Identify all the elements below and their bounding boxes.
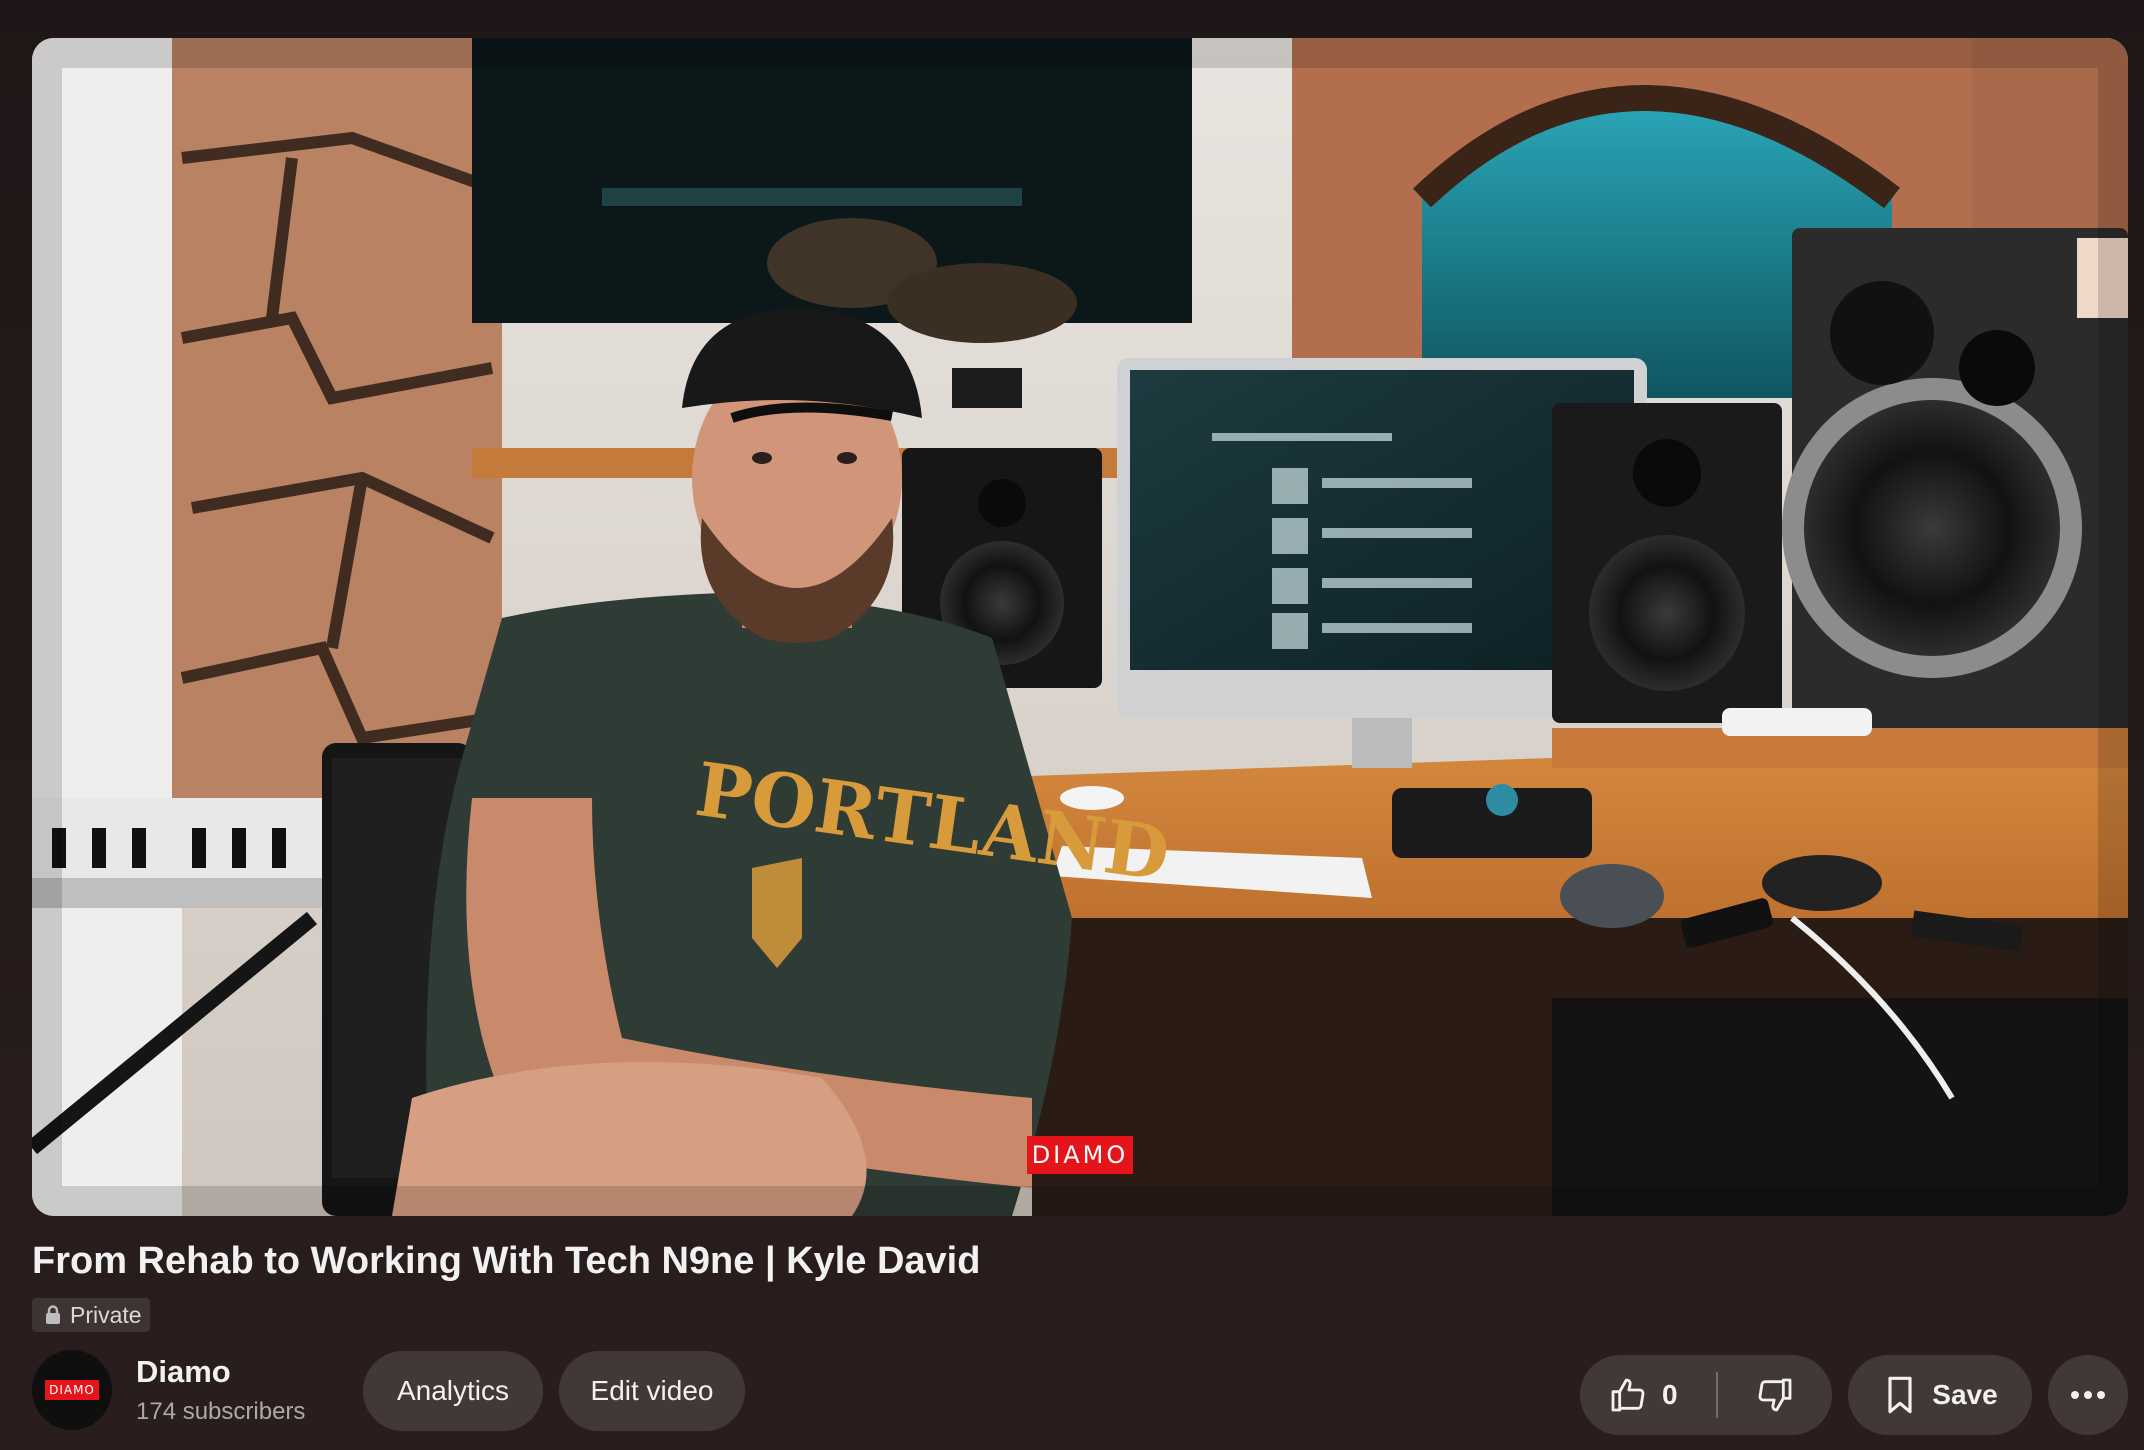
edit-video-button[interactable]: Edit video [559, 1351, 745, 1431]
save-label: Save [1932, 1379, 1998, 1410]
more-actions-button[interactable] [2048, 1355, 2128, 1435]
thumbs-down-icon [1755, 1375, 1795, 1415]
video-title: From Rehab to Working With Tech N9ne | K… [32, 1240, 981, 1282]
privacy-badge: Private [32, 1298, 150, 1332]
channel-avatar-logo: DIAMO [45, 1380, 99, 1400]
video-player[interactable]: PORTLAND DIAMO [32, 38, 2128, 1216]
bookmark-icon [1882, 1375, 1918, 1415]
like-count: 0 [1662, 1379, 1678, 1410]
privacy-label: Private [70, 1301, 142, 1328]
channel-watermark: DIAMO [1027, 1136, 1133, 1174]
analytics-button[interactable]: Analytics [363, 1351, 543, 1431]
thumbs-up-icon [1608, 1375, 1648, 1415]
subscriber-count: 174 subscribers [136, 1398, 306, 1425]
more-horizontal-icon [2070, 1390, 2106, 1400]
video-frame: PORTLAND [32, 38, 2128, 1216]
channel-name[interactable]: Diamo [136, 1354, 231, 1390]
lock-icon [44, 1305, 62, 1325]
dislike-button[interactable] [1718, 1355, 1832, 1435]
watch-page: PORTLAND DIAMO From Rehab to Working Wit… [0, 0, 2144, 1450]
like-dislike-group: 0 [1580, 1355, 1832, 1435]
channel-avatar[interactable]: DIAMO [32, 1350, 112, 1430]
like-button[interactable]: 0 [1580, 1355, 1716, 1435]
save-button[interactable]: Save [1848, 1355, 2032, 1435]
